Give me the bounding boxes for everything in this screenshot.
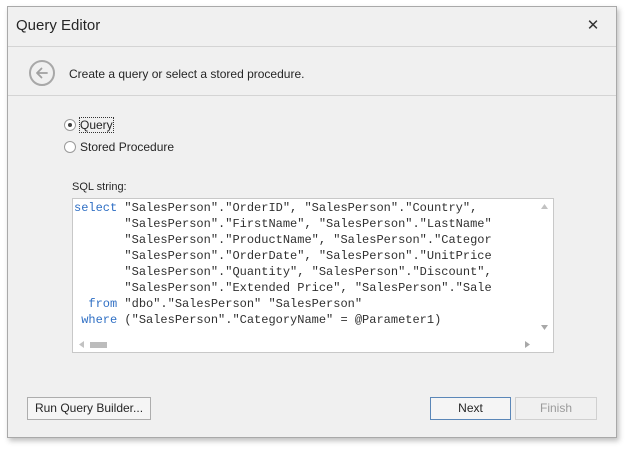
close-icon[interactable]: ✕: [584, 16, 602, 34]
sql-text: "SalesPerson"."FirstName", "SalesPerson"…: [117, 217, 492, 231]
sql-text: "SalesPerson"."Quantity", "SalesPerson".…: [117, 265, 492, 279]
finish-button: Finish: [515, 397, 597, 420]
scrollbar-corner: [536, 335, 553, 352]
window-title: Query Editor: [16, 17, 101, 34]
sql-editor[interactable]: select "SalesPerson"."OrderID", "SalesPe…: [72, 198, 554, 353]
scroll-up-icon: [541, 204, 548, 209]
sql-text: "dbo"."SalesPerson" "SalesPerson": [117, 297, 363, 311]
sql-line: "SalesPerson"."FirstName", "SalesPerson"…: [73, 216, 536, 232]
back-arrow-icon[interactable]: [29, 60, 55, 86]
sql-line: "SalesPerson"."Extended Price", "SalesPe…: [73, 280, 536, 296]
radio-stored-procedure-label: Stored Procedure: [80, 140, 175, 154]
sql-line: "SalesPerson"."Quantity", "SalesPerson".…: [73, 264, 536, 280]
sql-text: "SalesPerson"."ProductName", "SalesPerso…: [117, 233, 492, 247]
scroll-down-icon: [541, 325, 548, 330]
sql-line: "SalesPerson"."OrderDate", "SalesPerson"…: [73, 248, 536, 264]
sql-keyword: [74, 281, 117, 295]
radio-button-checked[interactable]: [64, 119, 76, 131]
sql-keyword: where: [74, 313, 118, 327]
sql-line: "SalesPerson"."ProductName", "SalesPerso…: [73, 232, 536, 248]
sql-text: "SalesPerson"."Extended Price", "SalesPe…: [117, 281, 492, 295]
scroll-right-icon: [525, 341, 530, 348]
scroll-left-icon: [79, 341, 84, 348]
run-query-builder-button[interactable]: Run Query Builder...: [27, 397, 151, 420]
wizard-header: Create a query or select a stored proced…: [8, 46, 616, 96]
sql-text: "SalesPerson"."OrderID", "SalesPerson"."…: [117, 201, 478, 215]
sql-string-label: SQL string:: [72, 181, 127, 193]
title-bar: Query Editor ✕: [8, 7, 616, 43]
query-editor-window: Query Editor ✕ Create a query or select …: [7, 6, 617, 438]
sql-keyword: [74, 217, 117, 231]
sql-line: select "SalesPerson"."OrderID", "SalesPe…: [73, 200, 536, 216]
sql-code-area[interactable]: select "SalesPerson"."OrderID", "SalesPe…: [73, 200, 536, 336]
sql-line: where ("SalesPerson"."CategoryName" = @P…: [73, 312, 536, 328]
sql-keyword: select: [74, 201, 118, 215]
sql-text: ("SalesPerson"."CategoryName" = @Paramet…: [117, 313, 442, 327]
radio-button-unchecked[interactable]: [64, 141, 76, 153]
sql-keyword: [74, 249, 117, 263]
radio-query-label: Query: [79, 117, 114, 133]
wizard-instruction: Create a query or select a stored proced…: [69, 67, 305, 81]
next-button[interactable]: Next: [430, 397, 511, 420]
sql-line: from "dbo"."SalesPerson" "SalesPerson": [73, 296, 536, 312]
sql-keyword: [74, 233, 117, 247]
horizontal-scrollbar[interactable]: [73, 336, 536, 352]
sql-keyword: from: [74, 297, 118, 311]
scroll-thumb[interactable]: [90, 342, 107, 348]
sql-keyword: [74, 265, 117, 279]
vertical-scrollbar[interactable]: [536, 199, 553, 336]
sql-text: "SalesPerson"."OrderDate", "SalesPerson"…: [117, 249, 492, 263]
